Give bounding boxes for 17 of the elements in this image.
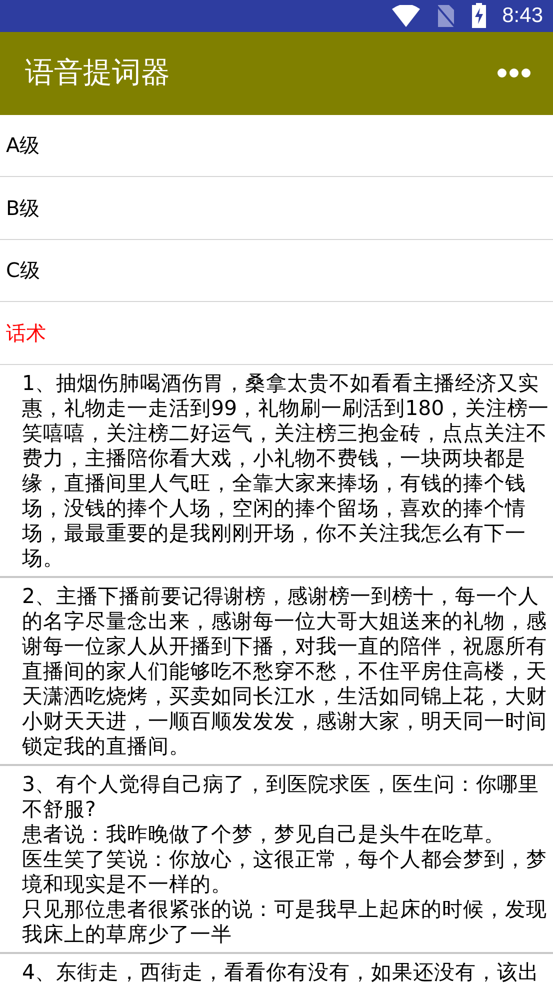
script-text: 3、有个人觉得自己病了，到医院求医，医生问：你哪里不舒服? xyxy=(22,772,540,822)
category-item[interactable]: 话术 xyxy=(6,318,46,348)
category-item[interactable]: A级 xyxy=(6,130,40,160)
app-title: 语音提词器 xyxy=(25,54,170,92)
clock-time: 8:43 xyxy=(502,3,543,29)
wifi-icon xyxy=(392,4,420,27)
script-text: 4、东街走，西街走，看看你有没有，如果还没有，该出 xyxy=(22,960,540,983)
script-text: 2、主播下播前要记得谢榜，感谢榜一到榜十，每一个人的名字尽量念出来，感谢每一位大哥大姐送来的礼物，感谢每一位家人从开播到下播，对我一直的陪伴，祝愿所有直播间的家人们能够吃不愁穿不愁，不住平房住高楼，天天潇洒吃烧烤，买卖如同长江水，生活如同锦上花，大财小财天天进，一顺百顺发发发，感谢大家，明天同一时间锁定我的直播间。 xyxy=(22,584,548,758)
script-text: 医生笑了笑说：你放心，这很正常，每个人都会梦到，梦境和现实是不一样的。 xyxy=(22,846,548,896)
more-menu-icon[interactable] xyxy=(497,68,531,78)
script-text: 只见那位患者很紧张的说：可是我早上起床的时候，发现我床上的草席少了一半 xyxy=(22,896,548,946)
battery-charging-icon xyxy=(472,3,486,28)
script-text: 1、抽烟伤肺喝酒伤胃，桑拿太贵不如看看主播经济又实惠，礼物走一走活到99，礼物刷一刷活到180，关注榜一笑嘻嘻，关注榜二好运气，关注榜三抱金砖，点点关注不费力，主播陪你看大戏，小礼物不费钱，一块两块都是缘，直播间里人气旺，全靠大家来捧场，有钱的捧个钱场，没钱的捧个人场，空闲的捧个留场，喜欢的捧个情场，最最重要的是我刚刚开场，你不关注我怎么有下一场。 xyxy=(22,370,550,570)
category-item[interactable]: B级 xyxy=(6,192,40,223)
script-text: 患者说：我昨晚做了个梦，梦见自己是头牛在吃草。 xyxy=(22,822,506,846)
category-item[interactable]: C级 xyxy=(6,255,40,286)
no-sim-icon xyxy=(436,4,456,28)
